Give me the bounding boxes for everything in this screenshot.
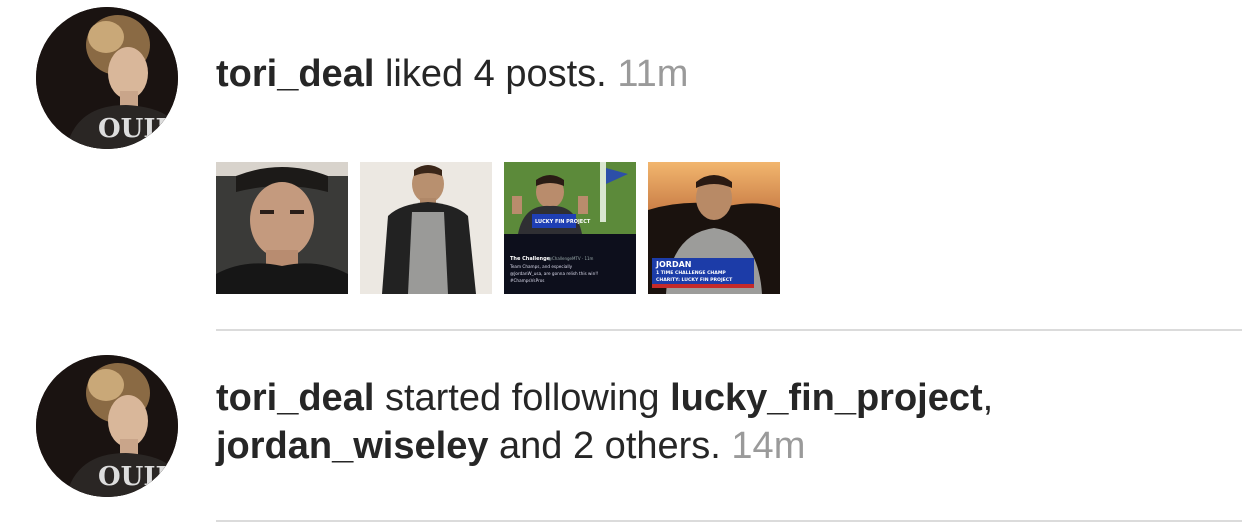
comma: , [982,377,994,419]
timestamp: 14m [731,425,806,467]
post-thumbnail[interactable] [360,162,492,294]
portrait-photo-1-icon [216,162,348,294]
avatar[interactable]: OUIJ [36,355,178,497]
svg-text:#ChampsVsPros: #ChampsVsPros [510,278,544,283]
avatar[interactable]: OUIJ [36,7,178,149]
profile-photo-icon: OUIJ [36,355,178,497]
action-text: started following [384,377,660,419]
svg-text:The Challenge: The Challenge [510,256,551,262]
svg-text:Team Champs, and especially: Team Champs, and especially [509,264,573,269]
notification-text: tori_deal liked 4 posts. 11m [216,50,688,98]
username-link[interactable]: tori_deal [216,377,374,419]
target-username-link[interactable]: lucky_fin_project [670,377,983,419]
notification-text-line2: jordan_wiseley and 2 others. 14m [216,422,805,470]
svg-text:@ChallengeMTV · 11m: @ChallengeMTV · 11m [548,256,594,261]
svg-text:@JordanW_usa, are gonna relish: @JordanW_usa, are gonna relish this win!… [510,271,599,276]
svg-text:CHARITY: LUCKY FIN PROJECT: CHARITY: LUCKY FIN PROJECT [656,277,733,283]
svg-text:OUIJ: OUIJ [98,114,168,144]
divider [216,329,1242,331]
profile-photo-icon: OUIJ [36,7,178,149]
portrait-photo-2-icon [360,162,492,294]
svg-text:LUCKY FIN PROJECT: LUCKY FIN PROJECT [535,219,591,225]
timestamp: 11m [617,53,689,95]
notification-text: tori_deal started following lucky_fin_pr… [216,374,993,422]
post-thumbnail[interactable] [216,162,348,294]
post-thumbnail[interactable]: LUCKY FIN PROJECT The Challenge @Challen… [504,162,636,294]
activity-feed: OUIJ tori_deal liked 4 posts. 11m LUCKY … [0,0,1242,523]
others-link[interactable]: and 2 others. [499,425,721,467]
portrait-photo-4-icon: JORDAN 1 TIME CHALLENGE CHAMP CHARITY: L… [648,162,780,294]
target-username-link[interactable]: jordan_wiseley [216,425,488,467]
divider [216,520,1242,522]
svg-text:JORDAN: JORDAN [655,260,691,269]
action-text: liked 4 posts. [384,53,607,95]
screenshot-photo-3-icon: LUCKY FIN PROJECT The Challenge @Challen… [504,162,636,294]
username-link[interactable]: tori_deal [216,53,374,95]
post-thumbnail[interactable]: JORDAN 1 TIME CHALLENGE CHAMP CHARITY: L… [648,162,780,294]
svg-text:1 TIME CHALLENGE CHAMP: 1 TIME CHALLENGE CHAMP [656,270,726,276]
svg-text:OUIJ: OUIJ [98,462,168,492]
